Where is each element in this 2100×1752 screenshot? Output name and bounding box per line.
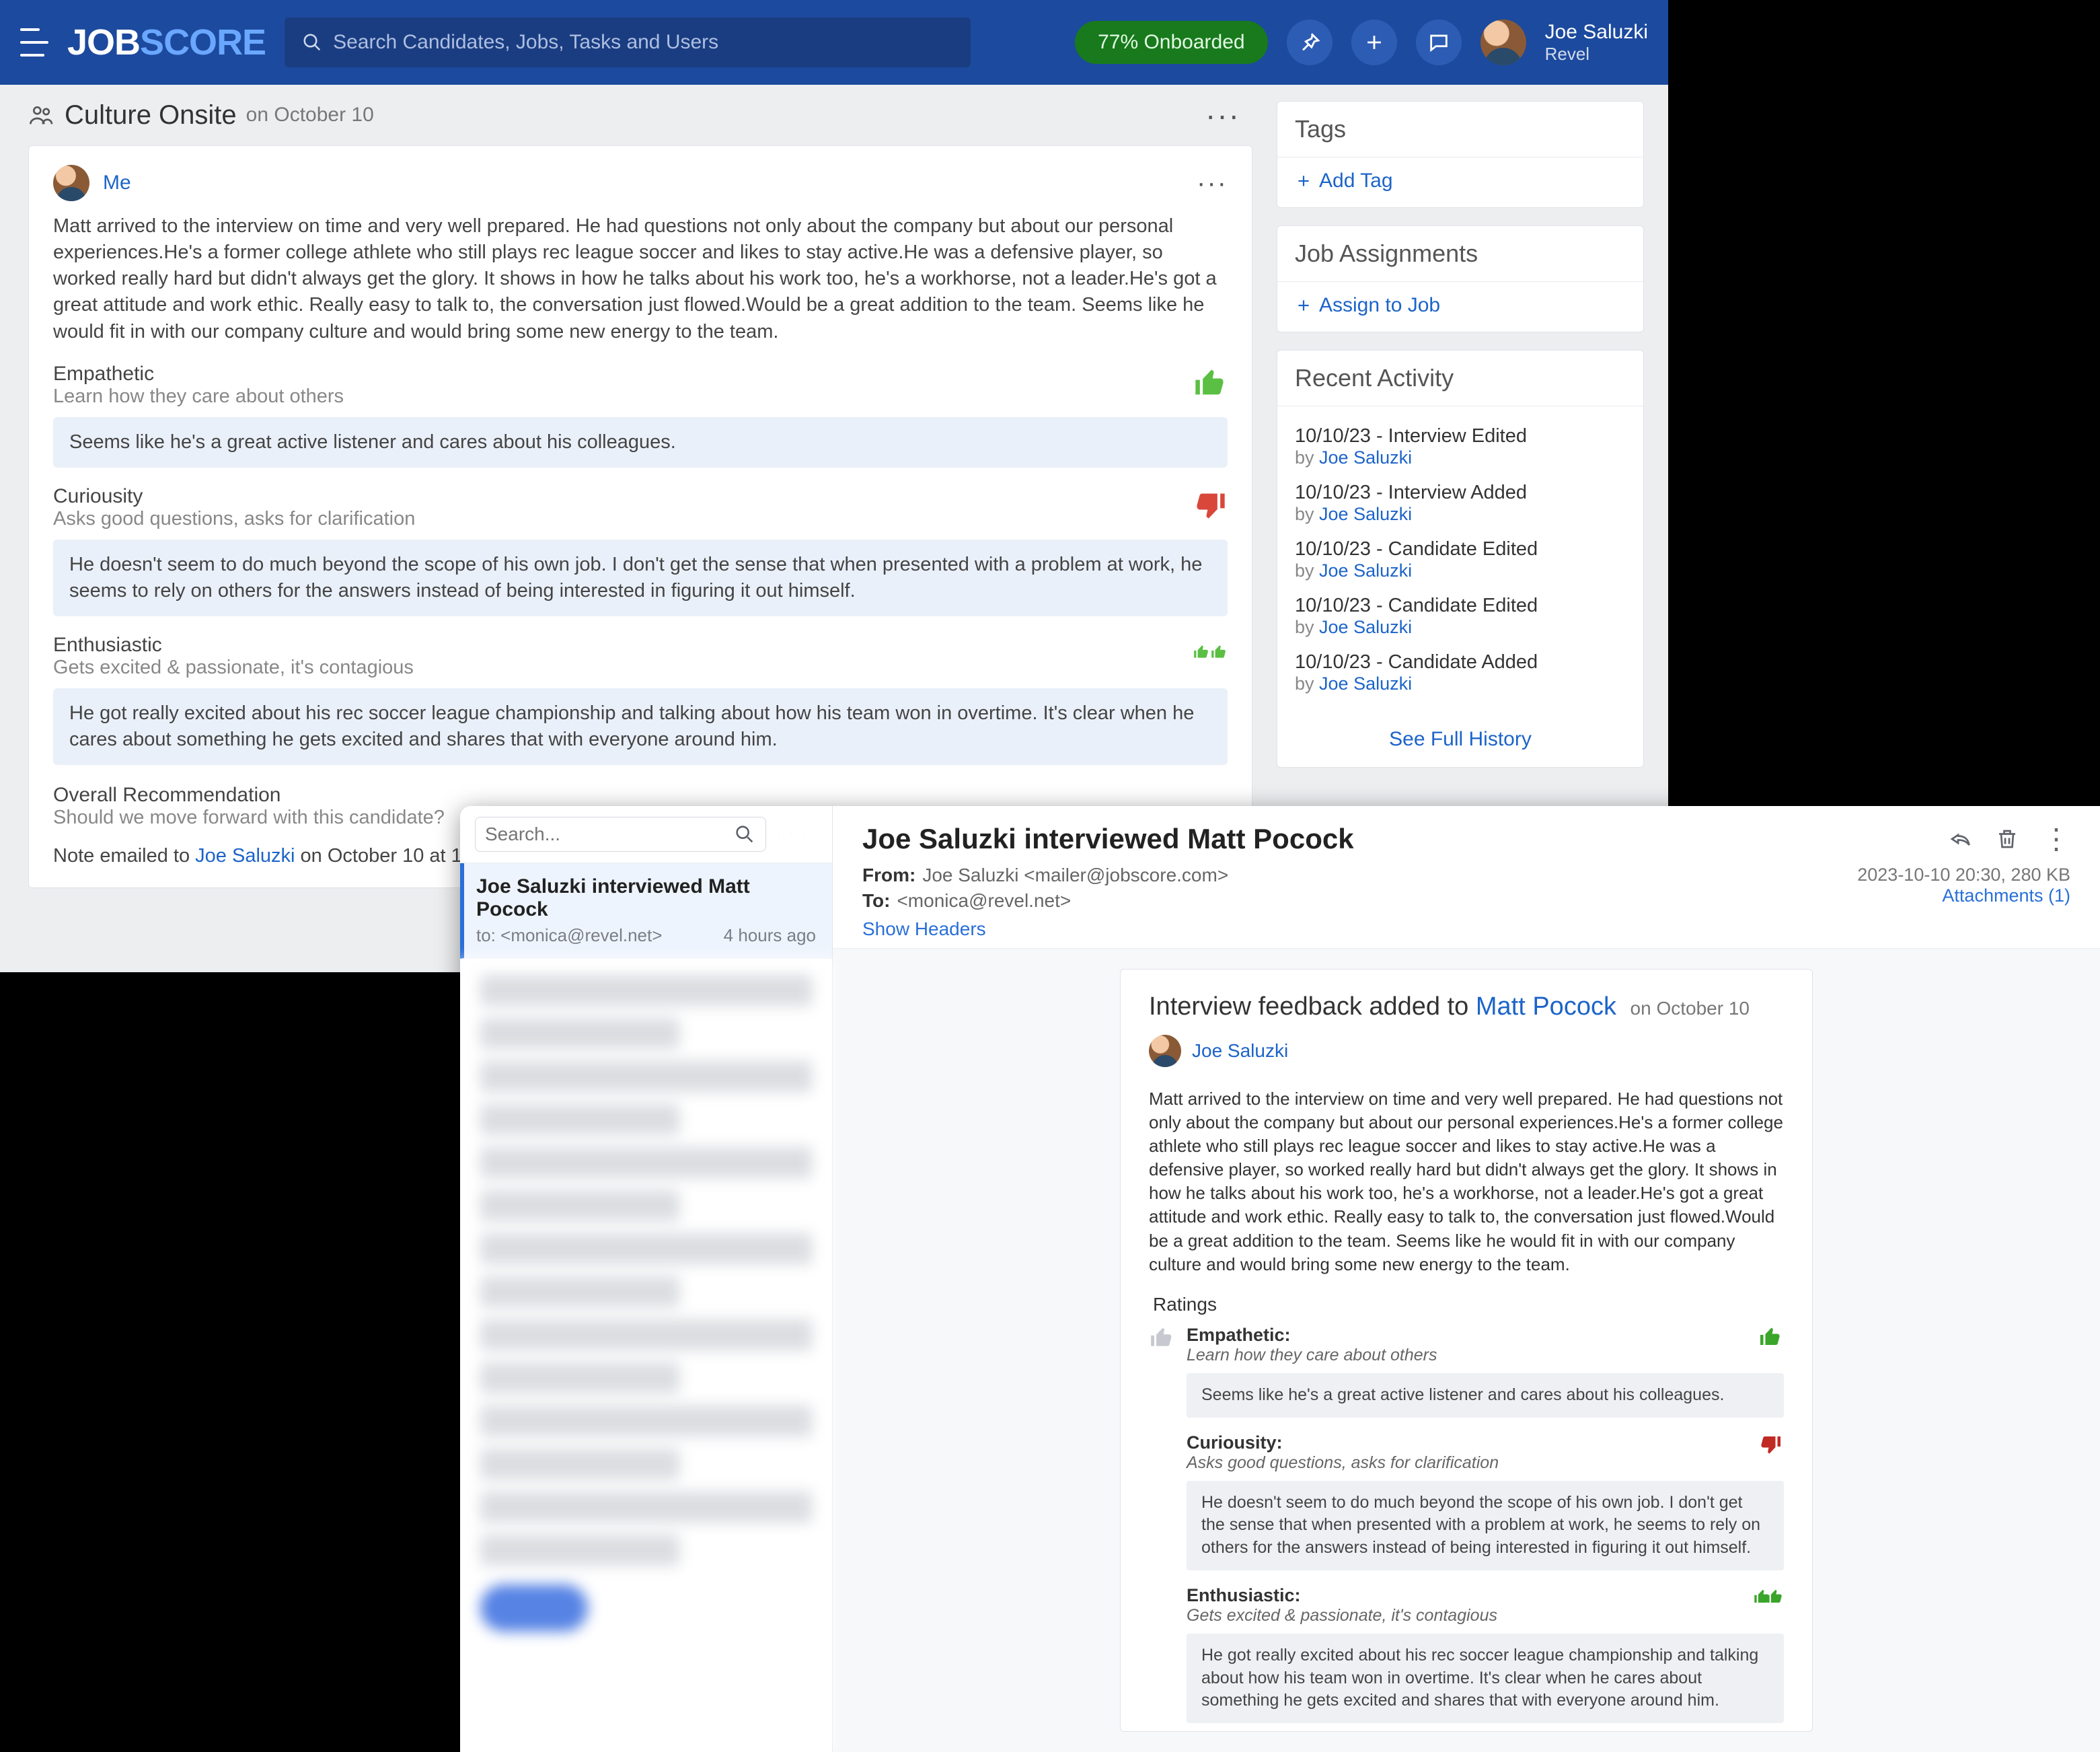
interview-note-card: Me ··· Matt arrived to the interview on … [28, 145, 1252, 888]
pin-icon[interactable] [1287, 20, 1333, 65]
mail-rating-enthusiastic: Enthusiastic: Gets excited & passionate,… [1149, 1585, 1784, 1626]
thumb-up-icon [1758, 1325, 1784, 1352]
refresh-icon[interactable] [791, 823, 792, 846]
user-name: Joe Saluzki [1545, 21, 1648, 44]
add-tag-link[interactable]: Add Tag [1295, 170, 1626, 192]
see-full-history-link[interactable]: See Full History [1277, 716, 1643, 767]
mail-subject: Joe Saluzki interviewed Matt Pocock [862, 823, 1948, 855]
mail-content-body: Matt arrived to the interview on time an… [1149, 1087, 1784, 1276]
mail-search-bar[interactable] [475, 817, 766, 852]
page-header: Culture Onsite on October 10 ··· [28, 85, 1265, 145]
search-icon [733, 823, 756, 846]
envelope-icon[interactable] [778, 823, 779, 846]
activity-user-link[interactable]: Joe Saluzki [1319, 447, 1412, 468]
mail-list: Joe Saluzki interviewed Matt Pocock to: … [460, 806, 833, 1752]
avatar[interactable] [1480, 20, 1526, 65]
mail-content-heading: Interview feedback added to Matt Pocock … [1149, 992, 1784, 1021]
rating-empathetic: Empathetic Learn how they care about oth… [53, 363, 1228, 468]
ratings-title: Ratings [1153, 1294, 1784, 1315]
rating-curiousity: Curiousity Asks good questions, asks for… [53, 485, 1228, 616]
candidate-link[interactable]: Matt Pocock [1476, 992, 1616, 1021]
show-headers-link[interactable]: Show Headers [862, 918, 1228, 940]
trash-icon[interactable] [1995, 827, 2019, 851]
thumb-down-icon [1193, 488, 1228, 523]
activity-item: 10/10/23 - Candidate Editedby Joe Saluzk… [1295, 532, 1626, 588]
chat-icon[interactable] [1416, 20, 1462, 65]
mail-search-input[interactable] [485, 824, 728, 845]
mail-menu-icon[interactable]: ⋮ [2042, 822, 2070, 855]
plus-icon[interactable] [1351, 20, 1397, 65]
mail-meta-size: 2023-10-10 20:30, 280 KB [1857, 865, 2070, 885]
note-menu-icon[interactable]: ··· [1197, 168, 1228, 198]
thumb-up-icon [1193, 365, 1228, 400]
search-bar[interactable] [285, 17, 971, 67]
note-body: Matt arrived to the interview on time an… [53, 213, 1228, 345]
emailed-user-link[interactable]: Joe Saluzki [195, 845, 295, 867]
mail-list-blurred [460, 959, 832, 1752]
author-avatar [53, 165, 89, 201]
rating-enthusiastic: Enthusiastic Gets excited & passionate, … [53, 634, 1228, 765]
page-title: Culture Onsite [65, 100, 237, 131]
people-icon [28, 102, 55, 129]
mail-rating-empathetic: Empathetic: Learn how they care about ot… [1149, 1325, 1784, 1365]
mail-pane: Joe Saluzki interviewed Matt Pocock ⋮ Fr… [833, 806, 2100, 1752]
logo: JOBSCORE [67, 22, 266, 63]
author-avatar [1149, 1035, 1181, 1067]
activity-user-link[interactable]: Joe Saluzki [1319, 673, 1412, 694]
user-company: Revel [1545, 44, 1648, 65]
topbar: JOBSCORE 77% Onboarded Joe Saluzki Revel [0, 0, 1668, 85]
onboarded-badge[interactable]: 77% Onboarded [1075, 21, 1268, 64]
thumb-grey-icon [1149, 1325, 1174, 1354]
activity-user-link[interactable]: Joe Saluzki [1319, 617, 1412, 637]
activity-item: 10/10/23 - Candidate Editedby Joe Saluzk… [1295, 588, 1626, 645]
page-menu-icon[interactable]: ··· [1205, 97, 1240, 133]
activity-item: 10/10/23 - Interview Editedby Joe Saluzk… [1295, 418, 1626, 475]
attachments-link[interactable]: Attachments (1) [1942, 885, 2070, 906]
email-client-window: Joe Saluzki interviewed Matt Pocock to: … [460, 806, 2100, 1752]
search-input[interactable] [333, 31, 953, 54]
activity-item: 10/10/23 - Candidate Addedby Joe Saluzki [1295, 645, 1626, 701]
activity-user-link[interactable]: Joe Saluzki [1319, 560, 1412, 581]
tags-card: Tags Add Tag [1277, 101, 1644, 208]
activity-user-link[interactable]: Joe Saluzki [1319, 504, 1412, 524]
author-link[interactable]: Joe Saluzki [1192, 1040, 1288, 1062]
mail-list-item[interactable]: Joe Saluzki interviewed Matt Pocock to: … [460, 863, 832, 959]
page-date: on October 10 [246, 104, 374, 126]
thumb-double-up-icon [1758, 1585, 1784, 1608]
thumb-down-icon [1758, 1432, 1784, 1460]
search-icon [302, 32, 322, 52]
job-assignments-card: Job Assignments Assign to Job [1277, 225, 1644, 332]
author-link[interactable]: Me [103, 172, 131, 194]
activity-item: 10/10/23 - Interview Addedby Joe Saluzki [1295, 475, 1626, 532]
user-block[interactable]: Joe Saluzki Revel [1545, 21, 1648, 65]
mail-content: Interview feedback added to Matt Pocock … [1120, 969, 1813, 1732]
assign-job-link[interactable]: Assign to Job [1295, 294, 1626, 317]
reply-icon[interactable] [1948, 827, 1972, 851]
recent-activity-card: Recent Activity 10/10/23 - Interview Edi… [1277, 350, 1644, 768]
menu-icon[interactable] [20, 28, 48, 57]
thumb-double-up-icon [1193, 636, 1228, 671]
mail-rating-curiousity: Curiousity: Asks good questions, asks fo… [1149, 1432, 1784, 1473]
